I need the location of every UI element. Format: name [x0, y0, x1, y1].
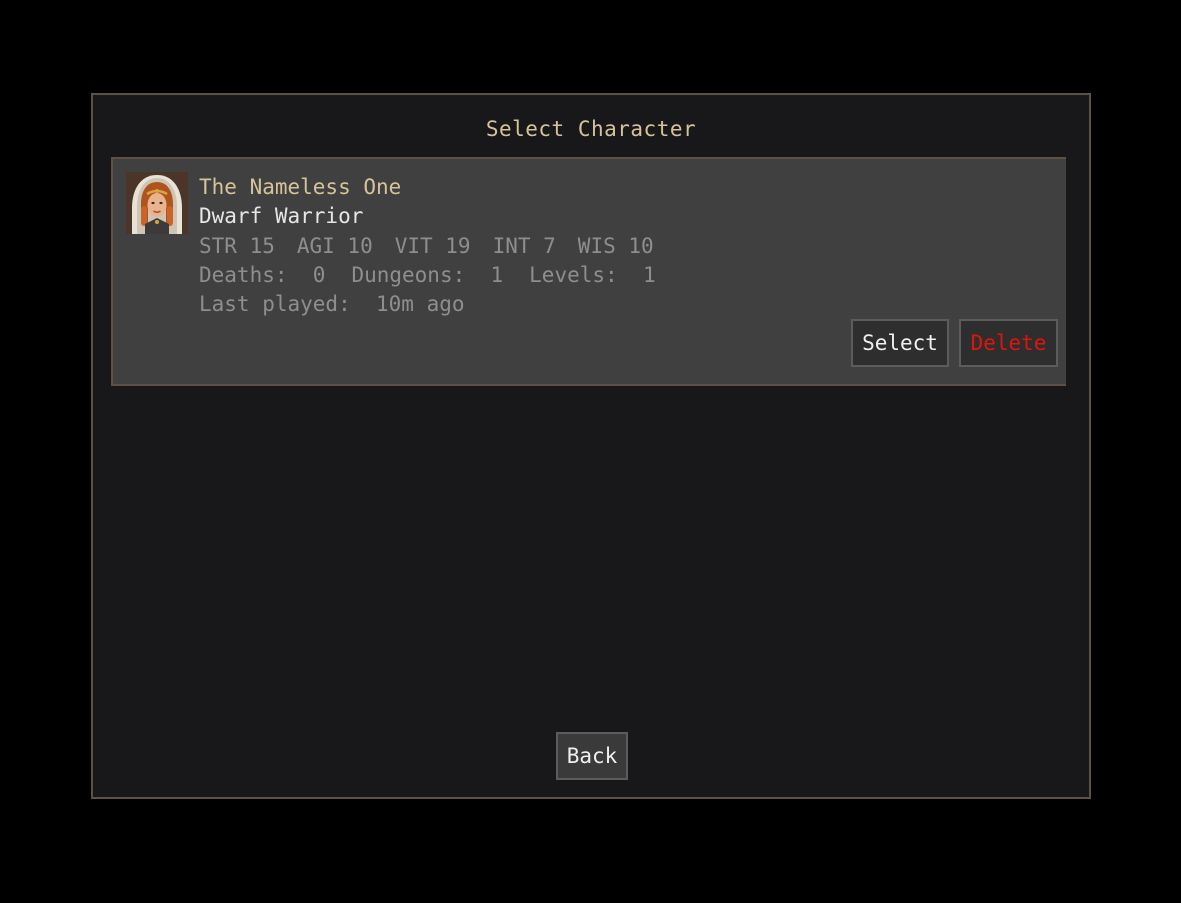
stat-agi: AGI 10 [296, 234, 373, 258]
levels-count: Levels: 1 [529, 263, 656, 287]
character-name: The Nameless One [199, 175, 402, 199]
character-records: Deaths: 0 Dungeons: 1 Levels: 1 [199, 263, 682, 287]
character-class: Dwarf Warrior [199, 204, 364, 228]
dungeons-count: Dungeons: 1 [351, 263, 504, 287]
dialog-title: Select Character [485, 117, 697, 141]
deaths-count: Deaths: 0 [199, 263, 326, 287]
stat-vit: VIT 19 [394, 234, 471, 258]
last-played: Last played: 10m ago [199, 292, 465, 316]
delete-button[interactable]: Delete [959, 319, 1058, 367]
select-character-dialog: Select Character The Nameless One Dwarf … [91, 93, 1091, 799]
stat-int: INT 7 [492, 234, 556, 258]
stat-str: STR 15 [199, 234, 275, 258]
back-button[interactable]: Back [556, 732, 628, 780]
character-card[interactable]: The Nameless One Dwarf Warrior STR 15 AG… [111, 157, 1066, 386]
stat-wis: WIS 10 [577, 234, 654, 258]
character-stats: STR 15 AGI 10 VIT 19 INT 7 WIS 10 [199, 234, 676, 258]
hooded-woman-portrait-icon [126, 172, 188, 234]
select-button[interactable]: Select [851, 319, 949, 367]
